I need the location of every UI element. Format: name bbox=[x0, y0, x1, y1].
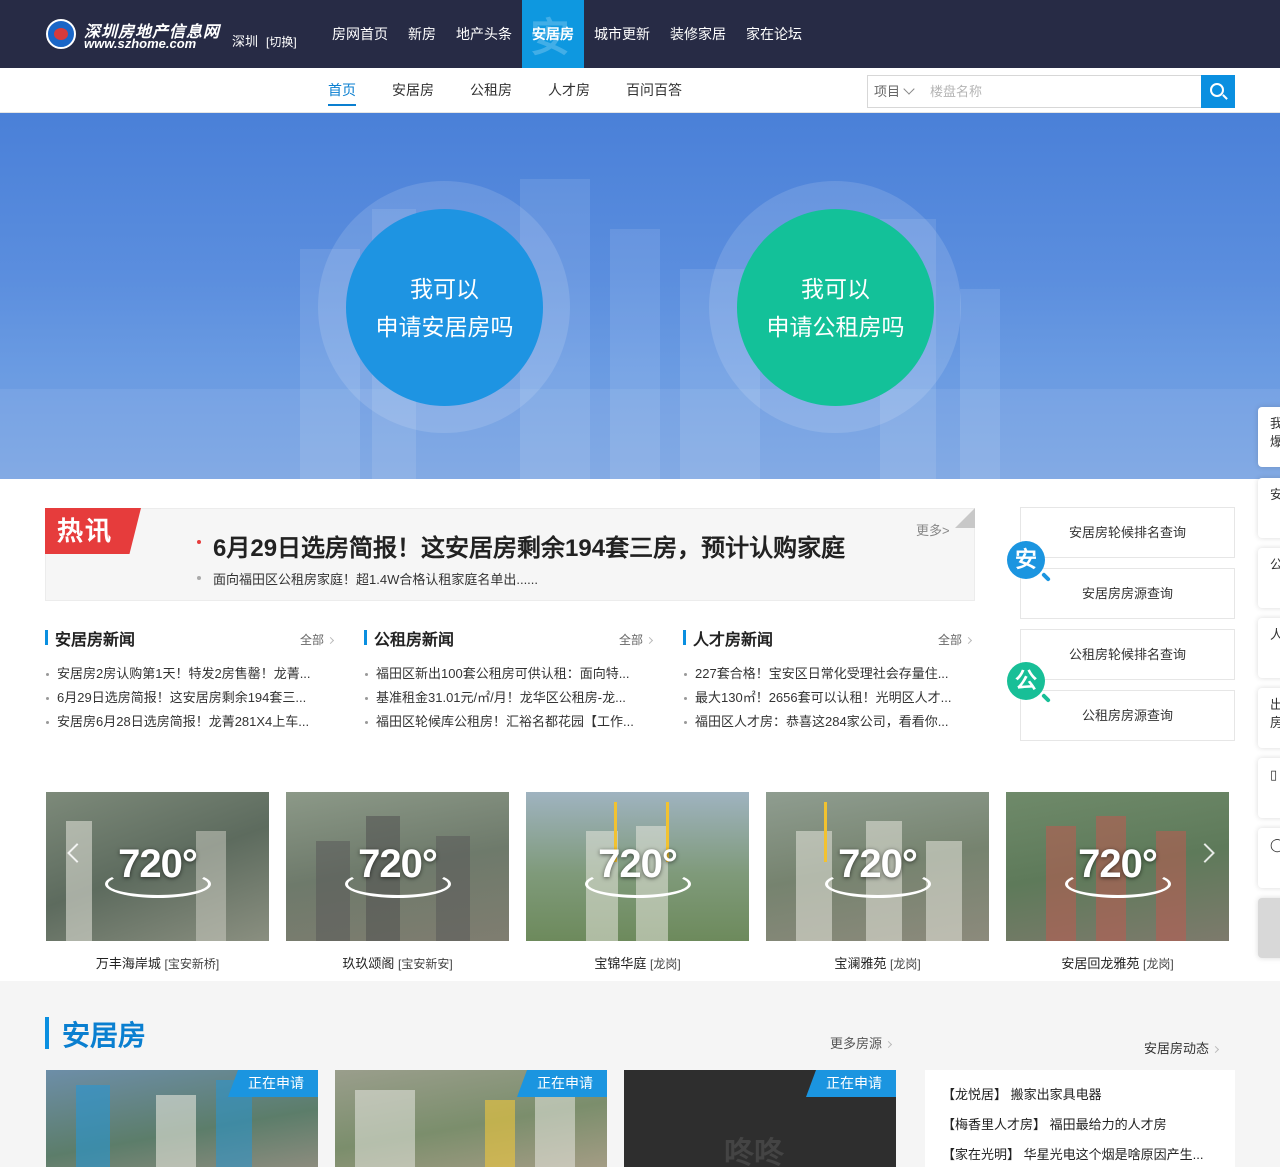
news-all-link[interactable]: 全部 bbox=[300, 631, 335, 648]
more-listings-link[interactable]: 更多房源 bbox=[830, 1033, 893, 1052]
anju-queue-query-button[interactable]: 安居房轮候排名查询 bbox=[1020, 507, 1235, 558]
watermark-text: 咚咚 bbox=[724, 1137, 784, 1167]
news-item[interactable]: 基准租金31.01元/㎡/月！龙华区公租房-龙... bbox=[364, 686, 656, 710]
side-tab-phone[interactable]: ▯ bbox=[1258, 758, 1280, 818]
project-card[interactable]: 正在申请 bbox=[335, 1070, 607, 1167]
side-tab-service[interactable]: ◯ bbox=[1258, 828, 1280, 888]
status-badge: 正在申请 bbox=[806, 1070, 896, 1097]
news-item[interactable]: 安居房2房认购第1天！特发2房售罄！龙菁... bbox=[45, 662, 337, 686]
news-item[interactable]: 安居房6月28日选房简报！龙菁281X4上车... bbox=[45, 710, 337, 734]
vr-project-card[interactable]: 720° 万丰海岸城 [宝安新桥] bbox=[46, 792, 269, 972]
tab-rencai[interactable]: 人才房 bbox=[548, 68, 590, 113]
section-title: 安居房 bbox=[62, 1020, 147, 1051]
news-column-title: 公租房新闻 bbox=[374, 632, 455, 649]
chevron-down-icon bbox=[903, 83, 915, 95]
hot-more-link[interactable]: 更多> bbox=[916, 520, 950, 539]
status-badge: 正在申请 bbox=[228, 1070, 318, 1097]
tab-faq[interactable]: 百问百答 bbox=[626, 68, 682, 113]
hot-tag: 热讯 bbox=[45, 508, 141, 554]
vr-orbit-icon bbox=[105, 870, 211, 898]
side-tab-rencai[interactable]: 人 bbox=[1258, 618, 1280, 678]
apply-gongzu-circle[interactable]: 我可以 申请公租房吗 bbox=[737, 209, 934, 406]
current-city: 深圳 bbox=[232, 34, 259, 49]
back-to-top-button[interactable] bbox=[1258, 898, 1280, 958]
news-item[interactable]: 福田区新出100套公租房可供认租：面向特... bbox=[364, 662, 656, 686]
hot-subheadline[interactable]: 面向福田区公租房家庭！超1.4W合格认租家庭名单出...... bbox=[213, 569, 538, 588]
project-card[interactable]: 咚咚 正在申请 bbox=[624, 1070, 896, 1167]
status-badge: 正在申请 bbox=[517, 1070, 607, 1097]
nav-decoration[interactable]: 装修家居 bbox=[660, 0, 736, 68]
vr-project-card[interactable]: 720° 安居回龙雅苑 [龙岗] bbox=[1006, 792, 1229, 972]
side-tab-gongzu[interactable]: 公 bbox=[1258, 548, 1280, 608]
news-item[interactable]: 最大130㎡！2656套可以认租！光明区人才... bbox=[683, 686, 975, 710]
vr-orbit-icon bbox=[1065, 870, 1171, 898]
news-column-title: 人才房新闻 bbox=[693, 632, 774, 649]
vr-project-card[interactable]: 720° 宝锦华庭 [龙岗] bbox=[526, 792, 749, 972]
nav-new-homes[interactable]: 新房 bbox=[398, 0, 446, 68]
apply-anju-circle[interactable]: 我可以 申请安居房吗 bbox=[346, 209, 543, 406]
vr-orbit-icon bbox=[345, 870, 451, 898]
tab-anju[interactable]: 安居房 bbox=[392, 68, 434, 113]
side-tab-sell[interactable]: 出房 bbox=[1258, 688, 1280, 748]
nav-headlines[interactable]: 地产头条 bbox=[446, 0, 522, 68]
news-item[interactable]: 福田区人才房：恭喜这284家公司，看看你... bbox=[683, 710, 975, 734]
search-input[interactable] bbox=[930, 76, 1200, 107]
project-card[interactable]: 正在申请 bbox=[46, 1070, 318, 1167]
side-tab-anju[interactable]: 安 bbox=[1258, 478, 1280, 538]
gongzu-listing-query-button[interactable]: 公租房房源查询 bbox=[1020, 690, 1235, 741]
tab-home[interactable]: 首页 bbox=[328, 68, 356, 113]
dynamics-item[interactable]: 【梅香里人才房】 福田最给力的人才房 bbox=[942, 1114, 1227, 1144]
news-item[interactable]: 227套合格！宝安区日常化受理社会存量住... bbox=[683, 662, 975, 686]
vr-orbit-icon bbox=[825, 870, 931, 898]
vr-project-card[interactable]: 720° 玖玖颂阁 [宝安新安] bbox=[286, 792, 509, 972]
anju-search-icon: 安 bbox=[1007, 541, 1051, 582]
nav-home[interactable]: 房网首页 bbox=[322, 0, 398, 68]
hot-news: 热讯 6月29日选房简报！这安居房剩余194套三房，预计认购家庭 面向福田区公租… bbox=[45, 508, 975, 601]
logo-url[interactable]: www.szhome.com bbox=[84, 36, 196, 51]
tab-gongzu[interactable]: 公租房 bbox=[470, 68, 512, 113]
vr-project-card[interactable]: 720° 宝澜雅苑 [龙岗] bbox=[766, 792, 989, 972]
news-column-title: 安居房新闻 bbox=[55, 632, 136, 649]
nav-forum[interactable]: 家在论坛 bbox=[736, 0, 812, 68]
anju-listing-query-button[interactable]: 安居房房源查询 bbox=[1020, 568, 1235, 619]
search-box: 项目 bbox=[867, 75, 1235, 108]
dynamics-panel: 【龙悦居】 搬家出家具电器 【梅香里人才房】 福田最给力的人才房 【家在光明】 … bbox=[925, 1070, 1235, 1167]
news-item[interactable]: 福田区轮候库公租房！汇裕名都花园【工作... bbox=[364, 710, 656, 734]
hot-headline[interactable]: 6月29日选房简报！这安居房剩余194套三房，预计认购家庭 bbox=[213, 528, 871, 563]
side-tab-report[interactable]: 我爆 bbox=[1258, 407, 1280, 467]
sub-nav: 首页 安居房 公租房 人才房 百问百答 项目 bbox=[0, 68, 1280, 113]
gongzu-search-icon: 公 bbox=[1007, 662, 1051, 703]
corner-fold-icon bbox=[955, 508, 975, 528]
search-button[interactable] bbox=[1201, 75, 1235, 108]
hero-banner: 我可以 申请安居房吗 我可以 申请公租房吗 bbox=[0, 113, 1280, 479]
news-item[interactable]: 6月29日选房简报！这安居房剩余194套三... bbox=[45, 686, 337, 710]
nav-anju[interactable]: 安安居房 bbox=[522, 0, 584, 68]
dynamics-item[interactable]: 【龙悦居】 搬家出家具电器 bbox=[942, 1084, 1227, 1114]
logo-icon[interactable] bbox=[46, 19, 76, 49]
dynamics-title-link[interactable]: 安居房动态 bbox=[1144, 1038, 1220, 1057]
city-switch-link[interactable]: [切换] bbox=[266, 33, 297, 50]
dynamics-item[interactable]: 【家在光明】 华星光电这个烟是啥原因产生... bbox=[942, 1144, 1227, 1167]
news-all-link[interactable]: 全部 bbox=[619, 631, 654, 648]
top-bar: 深圳房地产信息网 www.szhome.com 深圳 [切换] 房网首页 新房 … bbox=[0, 0, 1280, 68]
news-all-link[interactable]: 全部 bbox=[938, 631, 973, 648]
main-nav: 房网首页 新房 地产头条 安安居房 城市更新 装修家居 家在论坛 bbox=[322, 0, 812, 68]
gongzu-queue-query-button[interactable]: 公租房轮候排名查询 bbox=[1020, 629, 1235, 680]
nav-urban-renewal[interactable]: 城市更新 bbox=[584, 0, 660, 68]
vr-orbit-icon bbox=[585, 870, 691, 898]
search-type-select[interactable]: 项目 bbox=[874, 76, 915, 107]
